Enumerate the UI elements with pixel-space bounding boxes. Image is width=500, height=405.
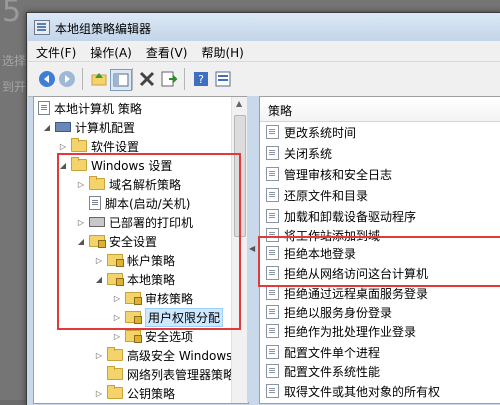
- tree-item-computer-config[interactable]: ◢ 计算机配置: [42, 118, 135, 136]
- policy-item[interactable]: 配置文件单个进程: [266, 342, 380, 362]
- policy-column-title: 策略: [268, 104, 293, 118]
- back-arrow-icon[interactable]: [38, 70, 56, 88]
- policy-column-header[interactable]: 策略: [260, 97, 500, 122]
- window-title: 本地组策略编辑器: [55, 22, 152, 36]
- show-hide-tree-icon[interactable]: [110, 69, 132, 91]
- toolbar-separator: [132, 68, 133, 90]
- delete-icon[interactable]: [138, 70, 156, 88]
- properties-icon[interactable]: [214, 70, 232, 88]
- policy-label: 取得文件或其他对象的所有权: [284, 384, 441, 399]
- menu-help[interactable]: 帮助(H): [193, 41, 249, 61]
- policy-icon: [266, 146, 279, 160]
- policy-label: 更改系统时间: [284, 125, 357, 140]
- collapse-arrow-icon[interactable]: ◢: [42, 123, 52, 132]
- policy-item[interactable]: 拒绝作为批处理作业登录: [266, 321, 416, 341]
- policy-label: 加载和卸载设备驱动程序: [284, 209, 417, 224]
- policy-item[interactable]: 关闭系统: [266, 143, 332, 163]
- up-folder-icon[interactable]: [90, 70, 108, 88]
- policy-item[interactable]: 管理审核和安全日志: [266, 164, 392, 184]
- menu-view[interactable]: 查看(V): [138, 41, 194, 61]
- policy-document-icon: [38, 101, 50, 115]
- policy-item[interactable]: 加载和卸载设备驱动程序: [266, 206, 416, 226]
- splitter-grip-icon: ◀: [249, 244, 256, 253]
- toolbar-separator: [184, 68, 185, 90]
- policy-label: 配置文件系统性能: [284, 364, 381, 379]
- policy-icon: [266, 125, 279, 139]
- scroll-up-arrow-icon[interactable]: ▲: [236, 99, 242, 108]
- tree-item-label: 本地计算机 策略: [54, 101, 142, 116]
- menu-action[interactable]: 操作(A): [82, 41, 138, 61]
- svg-text:?: ?: [198, 73, 204, 86]
- background-text-line-1: 选择: [2, 54, 27, 68]
- tree-item-label: 安全选项: [145, 329, 194, 344]
- policy-item[interactable]: 配置文件系统性能: [266, 361, 380, 381]
- policy-icon: [266, 167, 279, 181]
- expand-arrow-icon[interactable]: ▷: [94, 389, 104, 398]
- folder-icon: [107, 366, 123, 380]
- tree-item-local-computer-policy[interactable]: 本地计算机 策略: [38, 99, 142, 117]
- policy-label: 拒绝通过远程桌面服务登录: [284, 286, 429, 301]
- security-folder-icon: [125, 330, 142, 343]
- gpedit-app-icon: [34, 20, 50, 35]
- policy-icon: [266, 209, 279, 223]
- highlight-box-policies: [258, 236, 500, 287]
- policy-label: 管理审核和安全日志: [284, 167, 393, 182]
- policy-item[interactable]: 取得文件或其他对象的所有权: [266, 381, 440, 401]
- policy-label: 关闭系统: [284, 146, 333, 161]
- policy-label: 拒绝作为批处理作业登录: [284, 324, 417, 339]
- help-icon[interactable]: ?: [192, 70, 210, 88]
- menu-bar: 文件(F) 操作(A) 查看(V) 帮助(H): [28, 41, 500, 62]
- policy-icon: [266, 286, 279, 300]
- policy-item[interactable]: 拒绝以服务身份登录: [266, 302, 392, 322]
- forward-arrow-icon[interactable]: [58, 70, 76, 88]
- folder-icon: [107, 385, 123, 399]
- toolbar-separator: [82, 68, 83, 90]
- folder-icon: [71, 138, 87, 152]
- highlight-box-tree: [57, 153, 241, 330]
- background-text-line-2: 到开: [2, 80, 27, 94]
- policy-icon: [266, 305, 279, 319]
- tree-item-label: 软件设置: [91, 139, 140, 154]
- tree-item-advanced-firewall[interactable]: ▷ 高级安全 Windows 防: [94, 346, 248, 364]
- policy-label: 还原文件和目录: [284, 188, 369, 203]
- expand-arrow-icon[interactable]: ▷: [112, 332, 122, 341]
- tree-item-label: 网络列表管理器策略: [127, 367, 236, 382]
- computer-icon: [55, 122, 71, 132]
- policy-label: 配置文件单个进程: [284, 345, 381, 360]
- title-bar[interactable]: 本地组策略编辑器: [27, 13, 500, 41]
- background-step-number: 5: [2, 0, 22, 29]
- expand-arrow-icon[interactable]: ▷: [58, 142, 68, 151]
- policy-item[interactable]: 更改系统时间: [266, 122, 356, 142]
- toolbar: ?: [28, 62, 500, 97]
- policy-icon: [266, 364, 279, 378]
- policy-icon: [266, 345, 279, 359]
- tree-item-label: 计算机配置: [75, 120, 136, 135]
- policy-label: 拒绝以服务身份登录: [284, 305, 393, 320]
- policy-icon: [266, 188, 279, 202]
- expand-arrow-icon[interactable]: ▷: [94, 351, 104, 360]
- menu-file[interactable]: 文件(F): [28, 41, 82, 61]
- policy-icon: [266, 384, 279, 398]
- tree-item-public-key-policies[interactable]: ▷ 公钥策略: [94, 384, 175, 402]
- folder-icon: [107, 347, 123, 361]
- policy-icon: [266, 324, 279, 338]
- tree-item-network-list-manager[interactable]: 网络列表管理器策略: [107, 365, 235, 383]
- policy-item[interactable]: 还原文件和目录: [266, 185, 368, 205]
- tree-item-label: 公钥策略: [127, 386, 176, 401]
- export-list-icon[interactable]: [160, 70, 178, 88]
